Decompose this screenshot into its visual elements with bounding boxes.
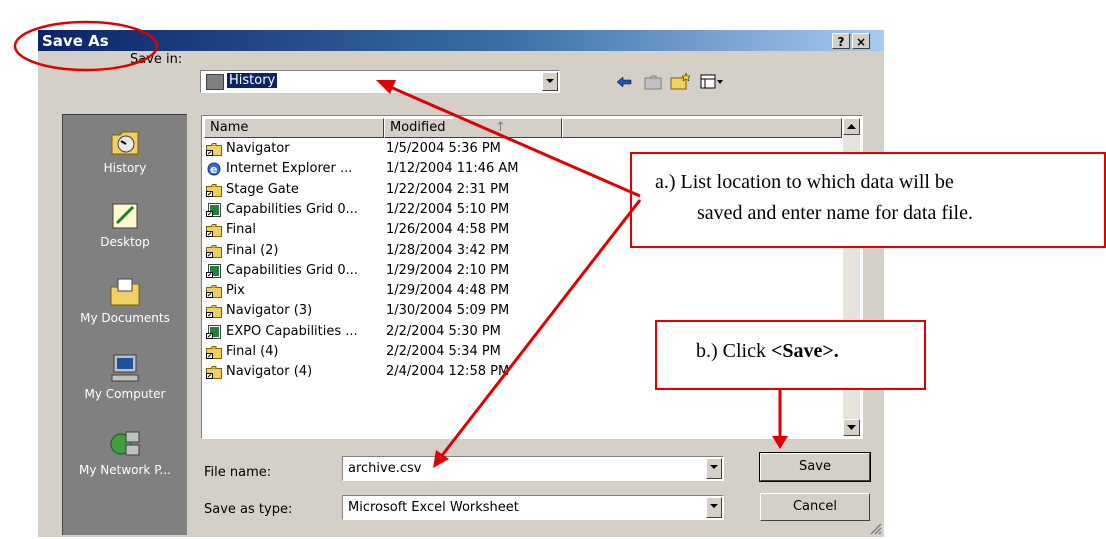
title-highlight-ellipse [13, 20, 159, 72]
arrow-to-file-name [438, 199, 642, 459]
annotation-overlay [13, 20, 788, 468]
arrow-head-save-in [376, 80, 396, 94]
arrow-head-save-button [772, 436, 788, 449]
arrow-to-save-in [387, 84, 641, 198]
arrow-head-file-name [433, 450, 449, 468]
